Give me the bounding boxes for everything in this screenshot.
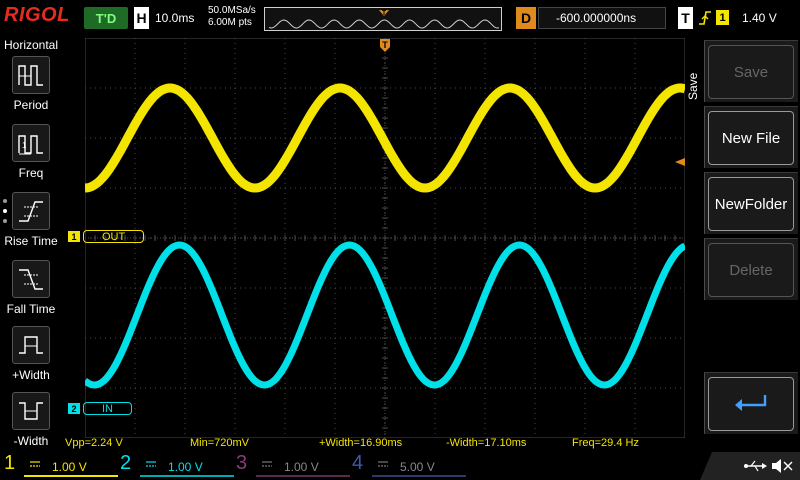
menu-label-negative-width: -Width bbox=[13, 434, 49, 448]
trigger-source-badge: 1 bbox=[716, 10, 729, 25]
channel-3-number: 3 bbox=[236, 452, 248, 474]
return-arrow-icon bbox=[735, 395, 767, 411]
save-softkey-label: Save bbox=[708, 45, 794, 99]
fall-time-icon bbox=[12, 260, 50, 298]
menu-label-period: Period bbox=[13, 98, 49, 112]
trigger-level-value[interactable]: 1.40 V bbox=[742, 11, 777, 25]
ch2-offset-marker[interactable]: 2 IN bbox=[68, 402, 132, 415]
trigger-position-marker: T bbox=[380, 39, 390, 52]
dc-coupling-icon bbox=[30, 461, 40, 467]
save-softkey-menu: Save Save New File NewFolder Delete bbox=[686, 38, 800, 450]
measure-rise-time-button[interactable]: Rise Time bbox=[0, 192, 62, 258]
measure-neg-width: -Width=17.10ms bbox=[446, 437, 527, 449]
period-icon bbox=[12, 56, 50, 94]
rising-edge-icon bbox=[699, 11, 711, 25]
channel-3-scale: 1.00 V bbox=[284, 460, 319, 474]
softkey-menu-title: Save bbox=[686, 72, 700, 100]
channel-3-status[interactable]: 3 1.00 V bbox=[236, 452, 352, 480]
ch1-marker-number: 1 bbox=[68, 231, 80, 242]
timebase-value[interactable]: 10.0ms bbox=[155, 11, 194, 25]
waveform-display[interactable]: T bbox=[85, 38, 685, 438]
measure-vpp: Vpp=2.24 V bbox=[65, 437, 123, 449]
memory-depth: 6.00M pts bbox=[208, 17, 252, 28]
system-tray bbox=[700, 452, 800, 480]
delay-label: D bbox=[516, 7, 536, 29]
trigger-marker-text: T bbox=[382, 40, 388, 50]
measure-positive-width-button[interactable]: +Width bbox=[0, 326, 62, 392]
menu-label-rise-time: Rise Time bbox=[4, 234, 58, 248]
channel-4-status[interactable]: 4 5.00 V bbox=[352, 452, 468, 480]
speaker-muted-icon bbox=[772, 459, 793, 473]
trigger-label: T bbox=[678, 7, 693, 29]
top-status-bar: RIGOL T'D H 10.0ms 50.0MSa/s 6.00M pts T… bbox=[0, 0, 800, 38]
sample-rate: 50.0MSa/s bbox=[208, 5, 256, 16]
channel-1-number: 1 bbox=[4, 452, 16, 474]
ch1-offset-marker[interactable]: 1 OUT bbox=[68, 230, 145, 243]
trigger-level-marker bbox=[675, 158, 685, 166]
rigol-logo: RIGOL bbox=[4, 4, 70, 26]
measure-freq: Freq=29.4 Hz bbox=[572, 437, 639, 449]
measure-period-button[interactable]: Period bbox=[0, 56, 62, 122]
memory-trigger-marker: T bbox=[382, 10, 387, 17]
rise-time-icon bbox=[12, 192, 50, 230]
frequency-icon: 1 bbox=[12, 124, 50, 162]
channel-4-scale: 5.00 V bbox=[400, 460, 435, 474]
svg-text:1: 1 bbox=[22, 141, 27, 150]
channel-2-status[interactable]: 2 1.00 V bbox=[120, 452, 236, 480]
delete-softkey[interactable]: Delete bbox=[704, 238, 798, 300]
negative-width-icon bbox=[12, 392, 50, 430]
channel-2-scale: 1.00 V bbox=[168, 460, 203, 474]
positive-width-icon bbox=[12, 326, 50, 364]
new-folder-softkey[interactable]: NewFolder bbox=[704, 172, 798, 234]
ch1-label-tag: OUT bbox=[83, 230, 145, 243]
menu-title: Horizontal bbox=[3, 38, 59, 52]
horizontal-label: H bbox=[134, 7, 149, 29]
measurement-results-bar: Vpp=2.24 V Min=720mV +Width=16.90ms -Wid… bbox=[62, 436, 702, 452]
run-status-badge[interactable]: T'D bbox=[84, 7, 128, 29]
dc-coupling-icon bbox=[378, 461, 388, 467]
memory-position-bar: T bbox=[264, 7, 502, 31]
dc-coupling-icon bbox=[262, 461, 272, 467]
usb-icon bbox=[744, 460, 767, 472]
channel-2-number: 2 bbox=[120, 452, 132, 474]
new-file-softkey-label: New File bbox=[708, 111, 794, 165]
ch2-label-tag: IN bbox=[83, 402, 132, 415]
measure-fall-time-button[interactable]: Fall Time bbox=[0, 260, 62, 326]
measure-negative-width-button[interactable]: -Width bbox=[0, 392, 62, 458]
delay-value: -600.000000ns bbox=[556, 11, 637, 25]
waveform-grid: T bbox=[85, 38, 685, 438]
channel-1-scale: 1.00 V bbox=[52, 460, 87, 474]
return-softkey-frame bbox=[708, 377, 794, 431]
measure-pos-width: +Width=16.90ms bbox=[319, 437, 403, 449]
channel-status-bar: 1 1.00 V 2 1.00 V 3 1.00 V 4 5.00 V bbox=[0, 452, 800, 480]
channel-4-number: 4 bbox=[352, 452, 364, 474]
save-softkey[interactable]: Save bbox=[704, 40, 798, 102]
new-file-softkey[interactable]: New File bbox=[704, 106, 798, 168]
channel-1-status[interactable]: 1 1.00 V bbox=[4, 452, 120, 480]
memory-waveform-icon: T bbox=[268, 10, 500, 29]
menu-label-fall-time: Fall Time bbox=[6, 302, 56, 316]
menu-label-positive-width: +Width bbox=[12, 368, 50, 382]
dc-coupling-icon bbox=[146, 461, 156, 467]
ch2-marker-number: 2 bbox=[68, 403, 80, 414]
menu-label-frequency: Freq bbox=[18, 166, 44, 180]
measure-menu: Horizontal Period 1 Freq Rise Time Fall … bbox=[0, 38, 62, 450]
measure-min: Min=720mV bbox=[190, 437, 250, 449]
delete-softkey-label: Delete bbox=[708, 243, 794, 297]
measure-frequency-button[interactable]: 1 Freq bbox=[0, 124, 62, 190]
return-softkey[interactable] bbox=[704, 372, 798, 434]
new-folder-softkey-label: NewFolder bbox=[708, 177, 794, 231]
